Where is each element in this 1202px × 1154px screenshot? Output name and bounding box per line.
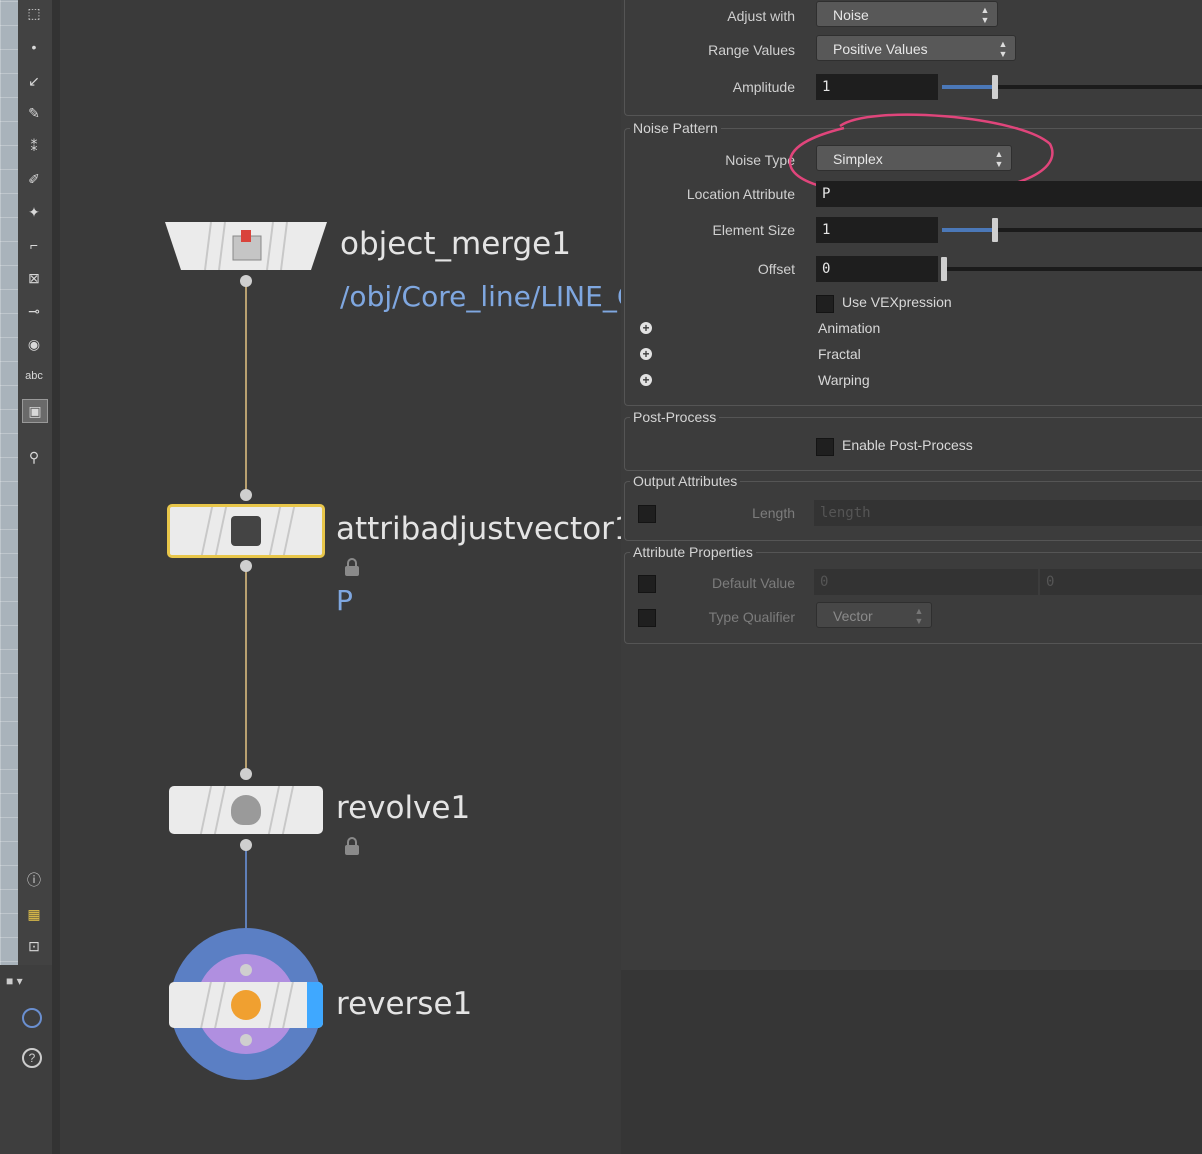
attribute-properties-group (624, 552, 1202, 644)
offset-label: Offset (757, 261, 795, 277)
amplitude-field[interactable]: 1 (816, 74, 938, 100)
amplitude-slider-handle[interactable] (992, 75, 998, 99)
node-name: reverse1 (336, 986, 473, 1022)
output-connector[interactable] (240, 275, 252, 287)
lock-icon[interactable] (345, 558, 359, 576)
point-icon[interactable]: • (22, 36, 46, 58)
display-flag[interactable] (307, 982, 323, 1028)
attribute-properties-title: Attribute Properties (630, 544, 756, 560)
node-name: object_merge1 (340, 226, 571, 262)
toolbar-divider (52, 0, 60, 1154)
animation-folder[interactable]: Animation (818, 320, 880, 336)
post-process-title: Post-Process (630, 409, 720, 425)
dice-icon (231, 516, 261, 546)
wire-merge-to-adjust (245, 281, 247, 494)
updown-icon: ▲ ▼ (980, 5, 990, 25)
wire-adjust-to-revolve (245, 565, 247, 774)
output-attributes-title: Output Attributes (630, 473, 741, 489)
grid-snap-icon[interactable]: ⊠ (22, 267, 46, 289)
input-connector[interactable] (240, 964, 252, 976)
pen-icon[interactable]: ✎ (22, 102, 46, 124)
vase-icon (231, 795, 261, 825)
type-qualifier-label: Type Qualifier (708, 609, 795, 625)
input-connector[interactable] (240, 489, 252, 501)
location-attribute-label: Location Attribute (686, 186, 795, 202)
help-icon[interactable]: ? (22, 1048, 42, 1068)
expand-plus-icon[interactable]: + (640, 374, 652, 386)
object-merge-node[interactable] (165, 222, 327, 270)
layout-grid-icon[interactable]: ▦ (22, 903, 46, 925)
pin-icon[interactable]: ⚲ (22, 446, 46, 468)
output-connector[interactable] (240, 839, 252, 851)
length-field[interactable]: length (814, 500, 1202, 526)
amplitude-slider-fill (942, 85, 994, 89)
text-tool-icon[interactable]: abc (22, 365, 46, 387)
default-value-label: Default Value (711, 575, 795, 591)
target-icon[interactable] (22, 1008, 42, 1028)
image-icon[interactable]: ▣ (22, 399, 48, 423)
element-size-slider-fill (942, 228, 994, 232)
dot-tool-icon[interactable]: ⊸ (22, 300, 46, 322)
sticky-icon[interactable]: ✦ (22, 201, 46, 223)
display-mode-icon[interactable]: ■ ▾ (6, 974, 23, 988)
brush-icon[interactable]: ✐ (22, 168, 46, 190)
default-value-y[interactable]: 0 (1040, 569, 1202, 595)
element-size-label: Element Size (712, 222, 795, 238)
attribute-name: P (336, 584, 353, 617)
reverse-icon (231, 990, 261, 1020)
output-connector[interactable] (240, 1034, 252, 1046)
default-value-x[interactable]: 0 (814, 569, 1038, 595)
range-values-label: Range Values (708, 42, 795, 58)
updown-icon: ▲ ▼ (998, 39, 1008, 59)
panel-empty-area (621, 970, 1202, 1154)
node-name: attribadjustvector1 (336, 511, 634, 547)
amplitude-label: Amplitude (732, 79, 795, 95)
use-vexpression-label: Use VEXpression (842, 294, 952, 310)
snapshot-icon[interactable]: ⊡ (22, 935, 46, 957)
input-connector[interactable] (240, 768, 252, 780)
type-qualifier-menu[interactable]: Vector ▲ ▼ (816, 602, 932, 628)
circle-icon[interactable]: ◉ (22, 333, 46, 355)
noise-pattern-title: Noise Pattern (630, 120, 721, 136)
output-connector[interactable] (240, 560, 252, 572)
reverse-node[interactable] (169, 982, 323, 1028)
range-values-menu[interactable]: Positive Values ▲ ▼ (816, 35, 1016, 61)
noise-type-label: Noise Type (725, 152, 795, 168)
adjust-with-label: Adjust with (727, 8, 795, 24)
offset-field[interactable]: 0 (816, 256, 938, 282)
select-icon[interactable]: ⬚ (22, 2, 46, 24)
enable-post-process-label: Enable Post-Process (842, 437, 973, 453)
edge-icon[interactable]: ↙ (22, 70, 46, 92)
expand-plus-icon[interactable]: + (640, 348, 652, 360)
network-box-icon[interactable]: ⌐ (22, 234, 46, 256)
updown-icon: ▲ ▼ (914, 606, 924, 626)
length-label: Length (752, 505, 795, 521)
node-name: revolve1 (336, 790, 471, 826)
warping-folder[interactable]: Warping (818, 372, 870, 388)
fractal-folder[interactable]: Fractal (818, 346, 861, 362)
element-size-slider-handle[interactable] (992, 218, 998, 242)
offset-slider[interactable] (942, 267, 1202, 271)
offset-slider-handle[interactable] (941, 257, 947, 281)
enable-post-process-checkbox[interactable] (816, 438, 834, 456)
use-vexpression-checkbox[interactable] (816, 295, 834, 313)
expand-plus-icon[interactable]: + (640, 322, 652, 334)
revolve-node[interactable] (169, 786, 323, 834)
lock-icon[interactable] (345, 837, 359, 855)
info-icon[interactable]: ⓘ (22, 869, 46, 891)
number-icon[interactable]: ⁑ (22, 135, 46, 157)
element-size-field[interactable]: 1 (816, 217, 938, 243)
location-attribute-field[interactable]: P (816, 181, 1202, 207)
adjust-with-menu[interactable]: Noise ▲ ▼ (816, 1, 998, 27)
attribadjustvector-node[interactable] (167, 504, 325, 558)
object-path: /obj/Core_line/LINE_C (340, 280, 621, 313)
